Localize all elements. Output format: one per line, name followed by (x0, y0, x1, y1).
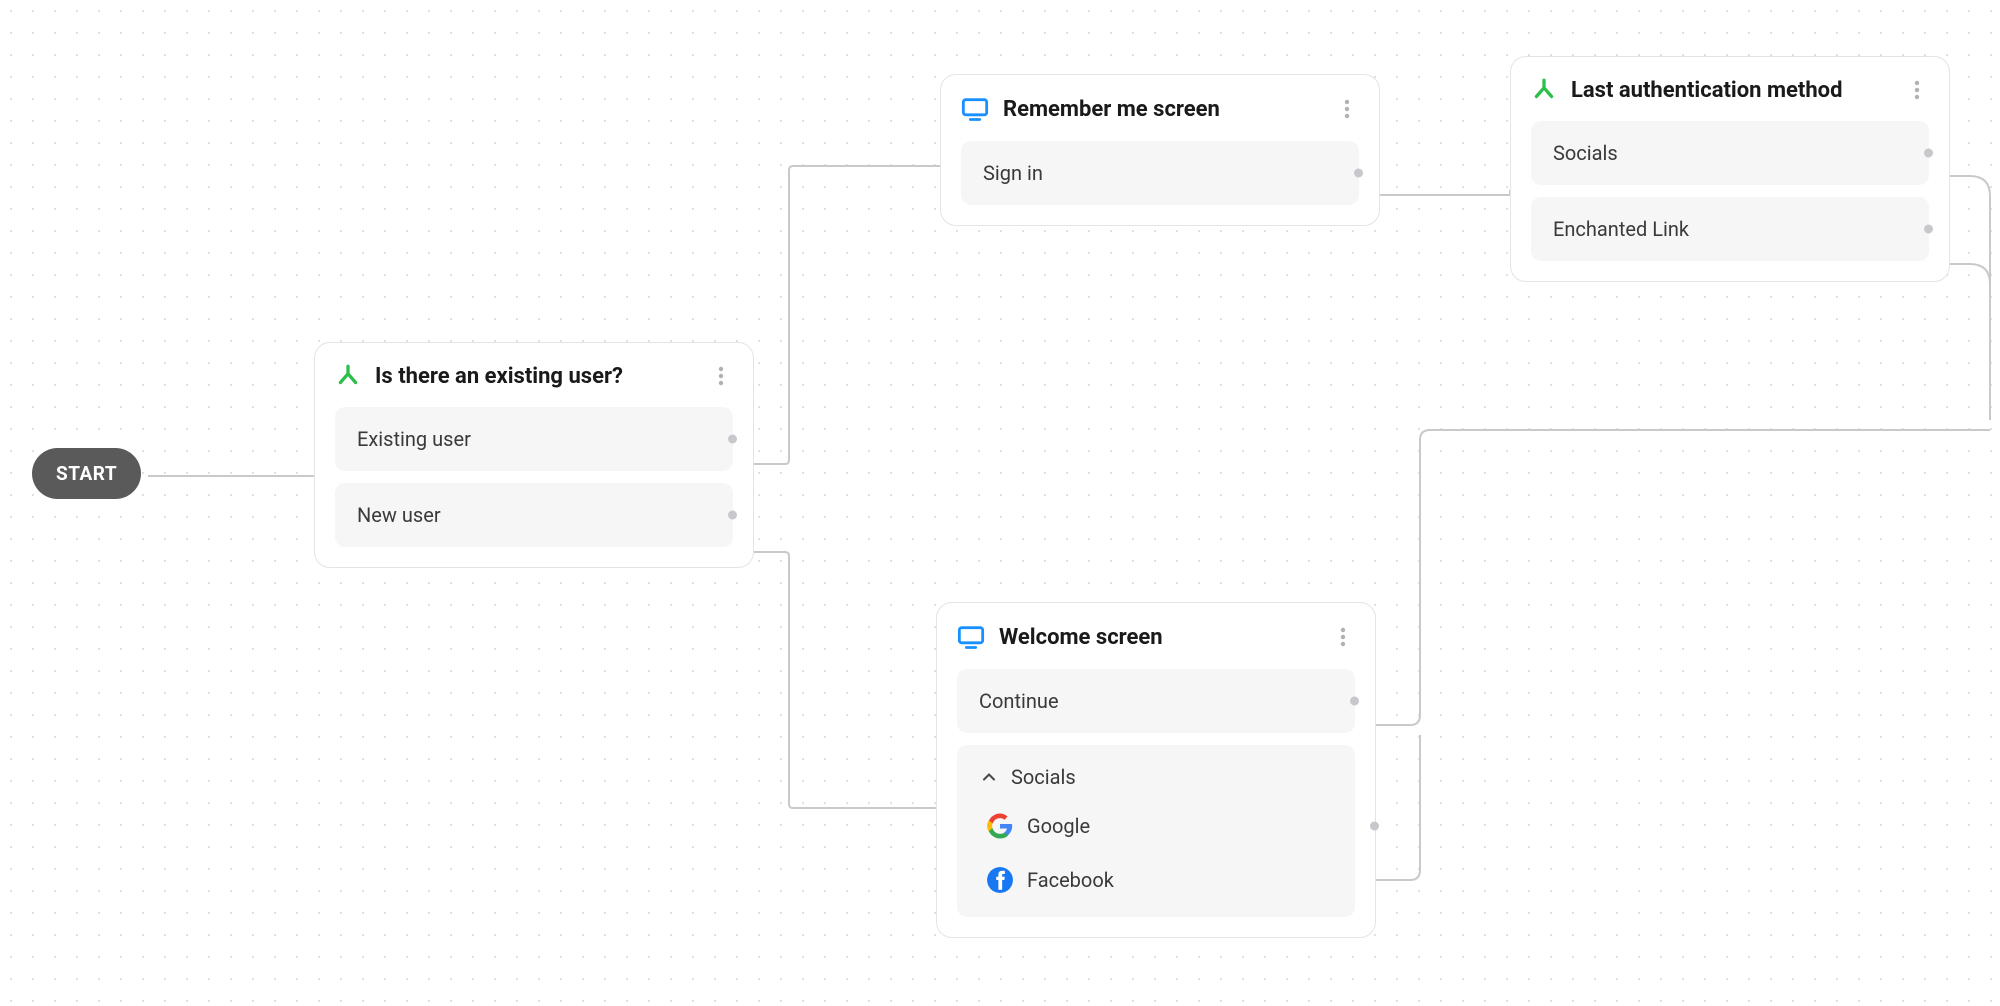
option-label: Existing user (357, 427, 471, 451)
option-label: New user (357, 503, 441, 527)
option-label: Socials (1553, 141, 1618, 165)
socials-group-label: Socials (1011, 765, 1076, 789)
option-new-user[interactable]: New user (335, 483, 733, 547)
node-header: Is there an existing user? (335, 363, 733, 389)
node-welcome[interactable]: Welcome screen Continue Socials Google (936, 602, 1376, 938)
more-vertical-icon (1344, 99, 1350, 119)
facebook-icon (987, 867, 1013, 893)
more-menu-button[interactable] (1905, 78, 1929, 102)
option-continue[interactable]: Continue (957, 669, 1355, 733)
output-port[interactable] (1370, 822, 1379, 831)
branch-icon (1531, 77, 1557, 103)
more-vertical-icon (1340, 627, 1346, 647)
more-vertical-icon (718, 366, 724, 386)
output-port[interactable] (728, 435, 737, 444)
option-enchanted-link[interactable]: Enchanted Link (1531, 197, 1929, 261)
node-title: Is there an existing user? (375, 364, 695, 389)
option-socials[interactable]: Socials (1531, 121, 1929, 185)
screen-icon (957, 623, 985, 651)
output-port[interactable] (1350, 697, 1359, 706)
screen-icon (961, 95, 989, 123)
node-header: Welcome screen (957, 623, 1355, 651)
node-title: Remember me screen (1003, 97, 1321, 122)
output-port[interactable] (1924, 149, 1933, 158)
option-existing-user[interactable]: Existing user (335, 407, 733, 471)
node-title: Last authentication method (1571, 78, 1891, 103)
node-title: Welcome screen (999, 625, 1317, 650)
node-header: Last authentication method (1531, 77, 1929, 103)
more-menu-button[interactable] (709, 364, 733, 388)
branch-icon (335, 363, 361, 389)
node-remember-me[interactable]: Remember me screen Sign in (940, 74, 1380, 226)
more-menu-button[interactable] (1335, 97, 1359, 121)
google-icon (987, 813, 1013, 839)
more-menu-button[interactable] (1331, 625, 1355, 649)
socials-group: Socials Google Facebook (957, 745, 1355, 917)
chevron-up-icon (979, 767, 999, 787)
option-sign-in[interactable]: Sign in (961, 141, 1359, 205)
node-header: Remember me screen (961, 95, 1359, 123)
option-label: Enchanted Link (1553, 217, 1689, 241)
start-label: START (56, 462, 117, 485)
start-node[interactable]: START (32, 448, 141, 499)
social-label: Facebook (1027, 868, 1114, 892)
more-vertical-icon (1914, 80, 1920, 100)
social-label: Google (1027, 814, 1090, 838)
social-google[interactable]: Google (957, 799, 1355, 853)
node-existing-user-check[interactable]: Is there an existing user? Existing user… (314, 342, 754, 568)
node-last-auth[interactable]: Last authentication method Socials Encha… (1510, 56, 1950, 282)
output-port[interactable] (728, 511, 737, 520)
option-label: Continue (979, 689, 1059, 713)
social-facebook[interactable]: Facebook (957, 853, 1355, 907)
socials-group-header[interactable]: Socials (957, 755, 1355, 799)
option-label: Sign in (983, 161, 1043, 185)
output-port[interactable] (1924, 225, 1933, 234)
output-port[interactable] (1354, 169, 1363, 178)
